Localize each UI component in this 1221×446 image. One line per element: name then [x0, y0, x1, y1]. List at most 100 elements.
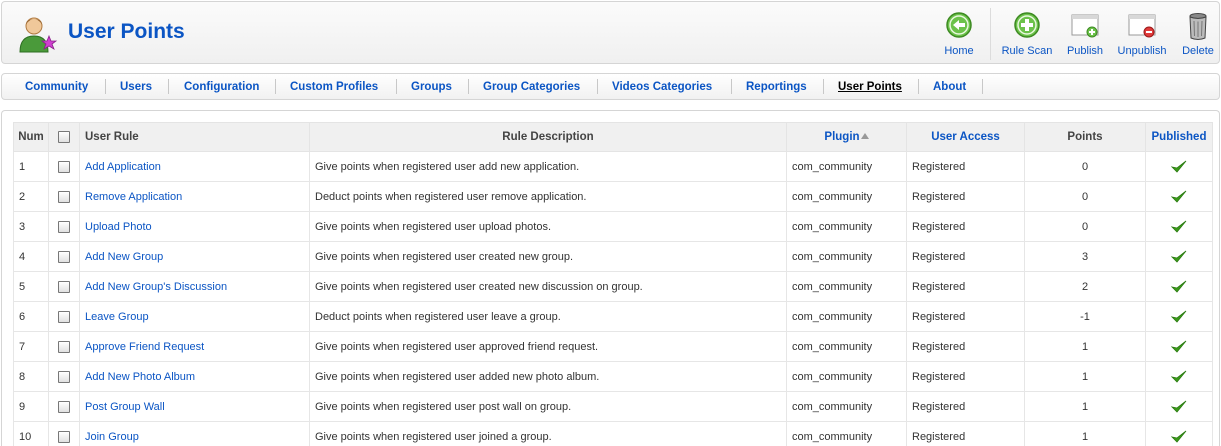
submenu-divider [168, 79, 169, 94]
rule-scan-button[interactable]: Rule Scan [1000, 10, 1054, 60]
column-header-user-rule[interactable]: User Rule [79, 122, 310, 152]
rule-link[interactable]: Leave Group [85, 311, 149, 323]
row-published-cell [1145, 211, 1213, 242]
select-all-checkbox[interactable] [58, 130, 70, 143]
submenu-divider [105, 79, 106, 94]
row-checkbox[interactable] [58, 430, 70, 443]
table-row: 2 Remove Application Deduct points when … [13, 181, 1213, 212]
published-check-icon[interactable] [1171, 280, 1187, 294]
submenu-item-reportings[interactable]: Reportings [746, 81, 807, 93]
table-row: 5 Add New Group's Discussion Give points… [13, 271, 1213, 302]
row-rule-cell: Upload Photo [79, 211, 310, 242]
rule-link[interactable]: Join Group [85, 431, 139, 443]
table-row: 9 Post Group Wall Give points when regis… [13, 391, 1213, 422]
rule-link[interactable]: Add New Photo Album [85, 371, 195, 383]
table-row: 4 Add New Group Give points when registe… [13, 241, 1213, 272]
row-checkbox[interactable] [58, 310, 70, 323]
publish-icon [1071, 14, 1099, 38]
column-header-points[interactable]: Points [1024, 122, 1146, 152]
published-check-icon[interactable] [1171, 430, 1187, 444]
row-rule-cell: Add New Group's Discussion [79, 271, 310, 302]
row-num: 10 [13, 421, 49, 446]
delete-button[interactable]: Delete [1180, 10, 1216, 60]
row-rule-cell: Join Group [79, 421, 310, 446]
row-rule-cell: Remove Application [79, 181, 310, 212]
row-access: Registered [906, 211, 1025, 242]
rule-link[interactable]: Approve Friend Request [85, 341, 204, 353]
row-num: 7 [13, 331, 49, 362]
row-published-cell [1145, 271, 1213, 302]
submenu-item-groups[interactable]: Groups [411, 81, 452, 93]
row-select-cell [48, 271, 80, 302]
column-header-num[interactable]: Num [13, 122, 49, 152]
submenu-divider [918, 79, 919, 94]
rule-link[interactable]: Add New Group [85, 251, 163, 263]
publish-label: Publish [1066, 45, 1104, 57]
home-button[interactable]: Home [939, 10, 979, 60]
submenu-item-configuration[interactable]: Configuration [184, 81, 259, 93]
row-checkbox[interactable] [58, 400, 70, 413]
row-description: Give points when registered user add new… [309, 151, 787, 182]
submenu-item-users[interactable]: Users [120, 81, 152, 93]
sort-ascending-icon [860, 133, 869, 139]
published-check-icon[interactable] [1171, 340, 1187, 354]
row-checkbox[interactable] [58, 280, 70, 293]
row-plugin: com_community [786, 391, 907, 422]
published-check-icon[interactable] [1171, 160, 1187, 174]
rule-link[interactable]: Remove Application [85, 191, 182, 203]
published-check-icon[interactable] [1171, 370, 1187, 384]
rule-link[interactable]: Upload Photo [85, 221, 152, 233]
row-checkbox[interactable] [58, 220, 70, 233]
published-check-icon[interactable] [1171, 310, 1187, 324]
delete-label: Delete [1182, 45, 1214, 57]
unpublish-label: Unpublish [1117, 45, 1167, 57]
column-header-plugin[interactable]: Plugin [786, 122, 907, 152]
row-select-cell [48, 211, 80, 242]
row-published-cell [1145, 331, 1213, 362]
column-header-rule-description[interactable]: Rule Description [309, 122, 787, 152]
row-points: 2 [1024, 271, 1146, 302]
row-checkbox[interactable] [58, 370, 70, 383]
column-header-published[interactable]: Published [1145, 122, 1213, 152]
published-check-icon[interactable] [1171, 400, 1187, 414]
rule-link[interactable]: Add New Group's Discussion [85, 281, 227, 293]
rule-link[interactable]: Add Application [85, 161, 161, 173]
published-check-icon[interactable] [1171, 220, 1187, 234]
submenu-item-user-points[interactable]: User Points [838, 81, 902, 93]
rule-link[interactable]: Post Group Wall [85, 401, 165, 413]
row-plugin: com_community [786, 421, 907, 446]
row-checkbox[interactable] [58, 340, 70, 353]
submenu-divider [468, 79, 469, 94]
column-header-user-access[interactable]: User Access [906, 122, 1025, 152]
plugin-header-label: Plugin [824, 131, 860, 143]
row-num: 3 [13, 211, 49, 242]
row-description: Give points when registered user joined … [309, 421, 787, 446]
row-checkbox[interactable] [58, 190, 70, 203]
row-points: 0 [1024, 181, 1146, 212]
submenu-item-about[interactable]: About [933, 81, 966, 93]
row-checkbox[interactable] [58, 160, 70, 173]
table-body: 1 Add Application Give points when regis… [13, 151, 1213, 446]
submenu-item-videos-categories[interactable]: Videos Categories [612, 81, 712, 93]
row-published-cell [1145, 391, 1213, 422]
row-description: Give points when registered user created… [309, 271, 787, 302]
publish-button[interactable]: Publish [1065, 10, 1105, 60]
submenu-item-custom-profiles[interactable]: Custom Profiles [290, 81, 378, 93]
published-check-icon[interactable] [1171, 250, 1187, 264]
published-check-icon[interactable] [1171, 190, 1187, 204]
user-points-panel: Num User Rule Rule Description Plugin Us… [1, 110, 1220, 446]
row-num: 4 [13, 241, 49, 272]
submenu-item-group-categories[interactable]: Group Categories [483, 81, 580, 93]
row-rule-cell: Add New Group [79, 241, 310, 272]
row-points: 1 [1024, 361, 1146, 392]
home-label: Home [944, 45, 974, 57]
table-row: 7 Approve Friend Request Give points whe… [13, 331, 1213, 362]
row-checkbox[interactable] [58, 250, 70, 263]
row-access: Registered [906, 421, 1025, 446]
row-plugin: com_community [786, 241, 907, 272]
row-published-cell [1145, 181, 1213, 212]
submenu-item-community[interactable]: Community [25, 81, 88, 93]
page-title: User Points [68, 20, 185, 43]
row-access: Registered [906, 151, 1025, 182]
unpublish-button[interactable]: Unpublish [1116, 10, 1168, 60]
